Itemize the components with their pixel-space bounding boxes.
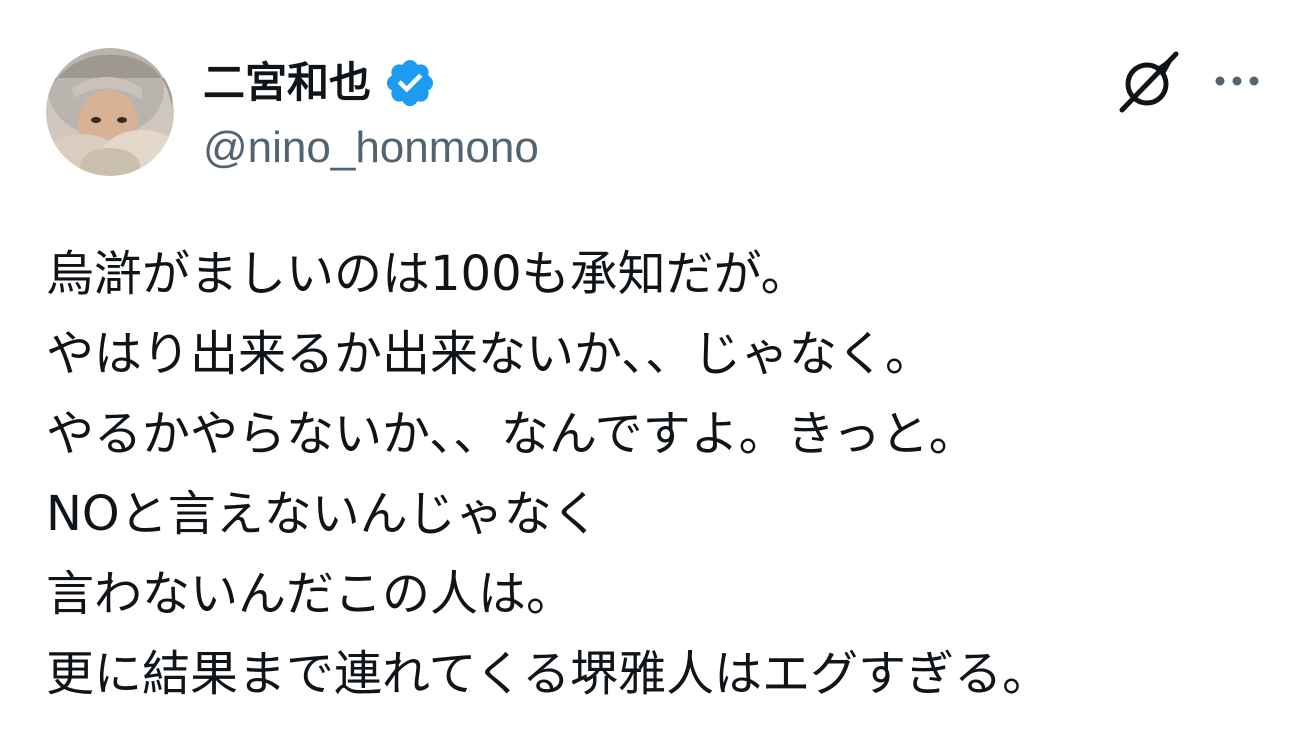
more-options-icon[interactable] bbox=[1212, 66, 1262, 96]
tweet-text-line: NOと言えないんじゃなく bbox=[46, 486, 600, 542]
tweet-text-line: 更に結果まで連れてくる堺雅人はエグすぎる。 bbox=[46, 646, 1051, 702]
tweet-header: 二宮和也 @nino_honmono bbox=[0, 0, 1300, 200]
author-display-name[interactable]: 二宮和也 bbox=[203, 56, 371, 110]
author-handle[interactable]: @nino_honmono bbox=[203, 120, 539, 176]
tweet-text-line: やるかやらないか、、なんですよ。きっと。 bbox=[46, 406, 977, 462]
tweet-text-line: 言わないんだこの人は。 bbox=[46, 566, 575, 622]
avatar[interactable] bbox=[46, 48, 174, 176]
tweet-text: 烏滸がましいのは100も承知だが。 やはり出来るか出来ないか、、じゃなく。 やる… bbox=[46, 234, 1276, 714]
tweet-text-line: 烏滸がましいのは100も承知だが。 bbox=[46, 246, 809, 302]
tweet-text-line: やはり出来るか出来ないか、、じゃなく。 bbox=[46, 326, 934, 382]
author-name-row: 二宮和也 bbox=[203, 56, 437, 110]
verified-badge-icon bbox=[386, 59, 434, 107]
grok-icon[interactable] bbox=[1116, 50, 1182, 114]
